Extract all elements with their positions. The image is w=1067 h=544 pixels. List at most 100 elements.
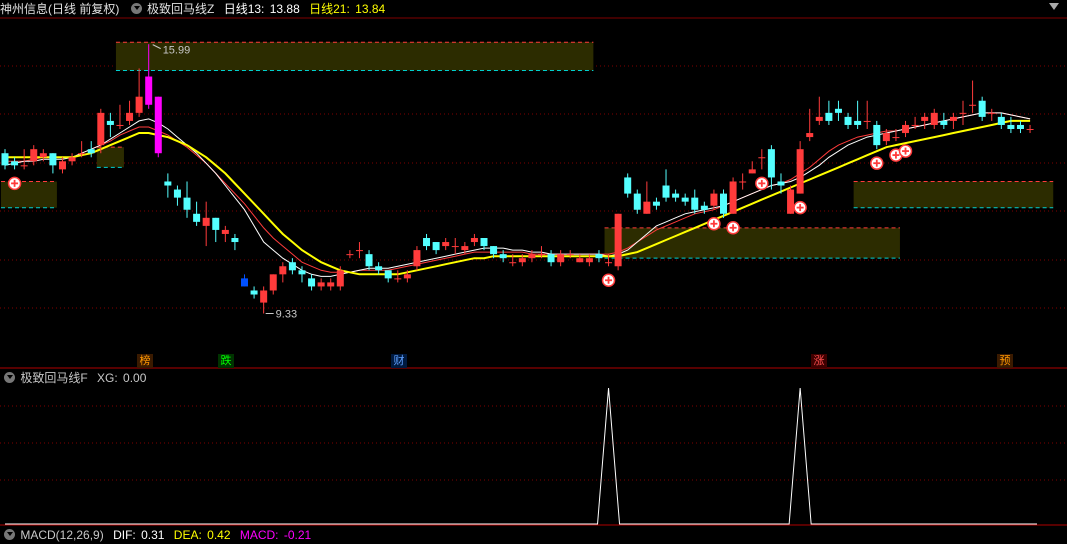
event-marker-cai[interactable]: 财 [391,354,407,368]
candle-body [135,96,143,113]
candle-body [844,116,852,125]
candle-body [605,262,613,264]
candle-body [787,189,795,214]
candle-body [97,112,105,146]
candle-body [652,201,660,206]
candle-body [518,258,526,263]
candle-body [681,197,689,202]
candle-body [327,282,335,287]
candle-body [1016,124,1024,129]
candle-body [509,262,517,264]
candle-body [164,181,172,186]
candle-body [940,120,948,125]
candle-body [106,120,114,125]
candle-body [126,112,134,121]
candle-body [911,124,919,126]
candle-body [442,242,450,247]
candle-body [423,238,431,247]
candle-body [461,246,469,251]
candle-body [499,254,507,259]
candle-body [116,124,124,126]
candle-body [825,112,833,121]
candle-body [145,76,153,105]
candle-body [930,112,938,125]
candle-body [806,133,814,138]
candle-body [988,112,996,114]
candle-body [30,149,38,162]
candle-body [336,270,344,287]
candle-body [20,165,28,167]
candle-body [39,153,47,158]
candle-body [49,153,57,166]
candle-body [633,193,641,210]
candle-body [11,161,19,166]
candle-body [863,120,871,122]
candle-body [873,124,881,146]
candle-body [68,157,76,162]
candle-body [528,254,536,259]
candle-body [566,254,574,256]
candle-body [221,229,229,234]
candle-body [212,217,220,230]
candle-body [183,197,191,210]
candle-body [365,254,373,267]
candle-body [154,96,162,154]
candle-body [308,278,316,287]
candle-body [480,238,488,247]
candle-body [700,205,708,210]
candle-body [624,177,632,194]
xg-signal-line [5,387,1037,525]
candle-body [432,242,440,251]
candle-body [672,193,680,198]
candle-body [834,108,842,113]
candle-body [288,262,296,271]
candle-body [1007,124,1015,129]
candle-body [796,149,804,194]
candle-body [997,116,1005,125]
event-marker-bang[interactable]: 榜 [137,354,153,368]
candle-body [384,270,392,279]
candle-body [87,149,95,154]
candle-body [643,201,651,214]
candle-body [557,254,565,263]
candle-body [576,258,584,263]
candle-body [921,116,929,121]
candle-body [662,185,670,198]
candle-body [231,238,239,243]
candle-body [537,254,545,256]
candle-body [78,153,86,155]
low-price-label: 9.33 [276,308,297,320]
candle-body [403,274,411,279]
candle-body [193,213,201,222]
candle-body [758,157,766,159]
zone-box [853,181,1054,208]
candle-body [490,246,498,255]
candle-body [173,189,181,198]
candle-body [969,104,977,106]
candle-body [710,193,718,206]
candle-body [959,112,967,114]
candle-body [729,181,737,214]
candle-body [614,213,622,267]
candle-body [892,137,900,139]
candle-body [777,181,785,186]
candle-body [260,290,268,303]
candle-body [1,153,9,166]
candle-body [739,181,747,183]
event-marker-zhang[interactable]: 涨 [811,354,827,368]
candle-body [767,149,775,178]
candle-body [547,254,555,263]
candle-body [815,116,823,121]
candle-body [279,266,287,275]
candle-body [413,250,421,267]
candle-body [269,274,277,291]
event-marker-yu[interactable]: 预 [997,354,1013,368]
candle-body [978,100,986,117]
candle-body [949,116,957,121]
event-marker-die[interactable]: 跌 [218,354,234,368]
candle-body [202,217,210,226]
candle-body [470,238,478,243]
high-price-label: 15.99 [163,45,191,57]
candle-body [748,169,756,174]
candle-body [585,258,593,263]
